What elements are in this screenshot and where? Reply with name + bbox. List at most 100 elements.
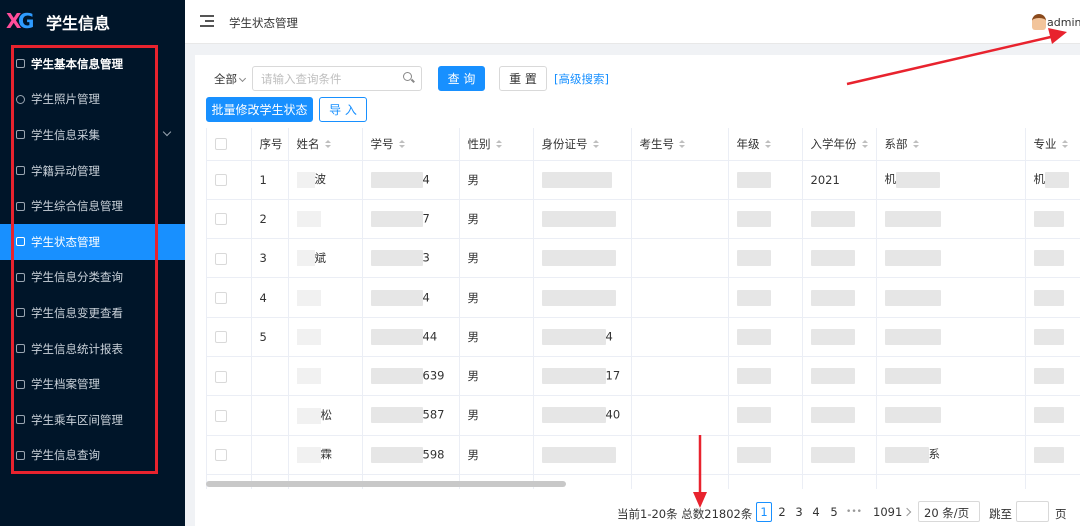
row-checkbox[interactable] [215,409,227,422]
sort-icon[interactable] [398,139,405,149]
page-button[interactable]: 5 [826,502,842,522]
page-button[interactable]: 3 [791,502,807,522]
gender-cell: 男 [459,199,534,240]
student-id-cell: 639 [362,356,460,397]
name-cell: 斌 [288,238,363,279]
column-header: 序号 [251,128,289,161]
batch-edit-status-button[interactable]: 批量修改学生状态 [206,97,313,122]
sort-icon[interactable] [764,139,771,149]
sort-icon[interactable] [1061,139,1068,149]
seq-cell: 2 [251,199,289,240]
scope-select[interactable]: 全部 [214,71,247,87]
column-header[interactable]: 姓名 [288,128,363,161]
row-checkbox[interactable] [215,213,227,226]
page-button[interactable]: 1 [756,502,772,522]
seq-cell: 1 [251,160,289,200]
row-checkbox[interactable] [215,449,227,462]
table-row[interactable]: 霖 598 男 系 [207,435,1080,475]
entry-year-cell [802,238,877,279]
sidebar: XG 学生信息 学生基本信息管理 学生照片管理 学生信息采集 学籍异动管理 学生… [0,0,185,526]
sort-icon[interactable] [592,139,599,149]
jump-page-input[interactable] [1016,501,1049,522]
table-row[interactable]: 1 波 4 男 2021 机 机 [207,160,1080,200]
dept-cell [876,238,1026,279]
page-button-last[interactable]: 1091 [873,502,902,522]
table-row[interactable]: 639 男 17 [207,356,1080,397]
grade-cell [728,435,803,475]
sort-icon[interactable] [495,139,502,149]
dept-cell [876,199,1026,240]
grade-cell [728,356,803,397]
column-header[interactable]: 系部 [876,128,1026,161]
student-id-cell: 587 [362,395,460,436]
column-header[interactable]: 学号 [362,128,460,161]
major-cell [1025,435,1080,475]
page-ellipsis[interactable]: ••• [846,502,862,522]
major-cell [1025,199,1080,240]
gender-cell: 男 [459,238,534,279]
idcard-cell [533,277,632,318]
pagination-summary: 当前1-20条 总数21802条 [617,507,753,521]
table-row[interactable]: 4 4 男 [207,277,1080,318]
column-header[interactable]: 入学年份 [802,128,877,161]
gender-cell: 男 [459,395,534,436]
page-size-value: 20 条/页 [924,506,970,520]
avatar[interactable] [1032,14,1046,30]
seq-cell [251,356,289,397]
username[interactable]: admin [1047,16,1080,29]
idcard-cell [533,435,632,475]
student-id-cell: 3 [362,238,460,279]
page-size-select[interactable]: 20 条/页 [918,501,980,526]
column-header[interactable]: 年级 [728,128,803,161]
table-row[interactable]: 3 斌 3 男 [207,238,1080,279]
table-row[interactable]: 2 7 男 [207,199,1080,240]
main-panel: 全部 查 询 重 置 [高级搜索] 批量修改学生状态 导 入 序号 姓名 学号 … [195,55,1080,526]
row-checkbox[interactable] [215,331,227,344]
column-header[interactable]: 专业 [1025,128,1080,161]
column-header[interactable]: 考生号 [631,128,729,161]
query-button[interactable]: 查 询 [438,66,485,91]
name-cell [288,356,363,397]
student-id-cell: 7 [362,199,460,240]
table-row[interactable]: 松 587 男 40 [207,395,1080,436]
gender-cell: 男 [459,277,534,318]
student-id-cell: 4 [362,160,460,200]
column-header[interactable]: 身份证号 [533,128,632,161]
row-checkbox[interactable] [215,370,227,383]
dept-cell [876,317,1026,357]
exam-id-cell [631,395,729,436]
page-button[interactable]: 2 [774,502,790,522]
row-checkbox[interactable] [215,174,227,187]
sort-icon[interactable] [679,139,685,149]
row-checkbox[interactable] [215,252,227,265]
sort-icon[interactable] [912,139,919,149]
next-page-icon[interactable] [902,507,912,517]
search-icon[interactable] [403,72,412,81]
reset-button[interactable]: 重 置 [499,66,547,91]
student-table: 序号 姓名 学号 性别 身份证号 考生号 年级 入学年份 系部 专业 1 波 4… [206,128,1080,489]
grade-cell [728,395,803,436]
major-cell [1025,317,1080,357]
name-cell [288,199,363,240]
major-cell [1025,395,1080,436]
dept-cell: 机 [876,160,1026,200]
table-row[interactable]: 5 44 男 4 [207,317,1080,357]
menu-fold-icon[interactable] [200,15,214,27]
column-header[interactable]: 性别 [459,128,534,161]
dept-cell [876,277,1026,318]
row-checkbox[interactable] [215,292,227,305]
idcard-cell: 17 [533,356,632,397]
advanced-search-link[interactable]: [高级搜索] [554,71,609,87]
name-cell [288,277,363,318]
select-all-checkbox[interactable] [215,138,227,151]
jump-label: 跳至 [989,507,1012,521]
import-button[interactable]: 导 入 [319,97,367,122]
horizontal-scrollbar[interactable] [206,481,566,487]
search-input[interactable] [252,66,422,91]
grade-cell [728,238,803,279]
select-all-checkbox-cell[interactable] [207,128,252,161]
idcard-cell: 40 [533,395,632,436]
page-button[interactable]: 4 [808,502,824,522]
sort-icon[interactable] [324,139,331,149]
sort-icon[interactable] [861,139,868,149]
